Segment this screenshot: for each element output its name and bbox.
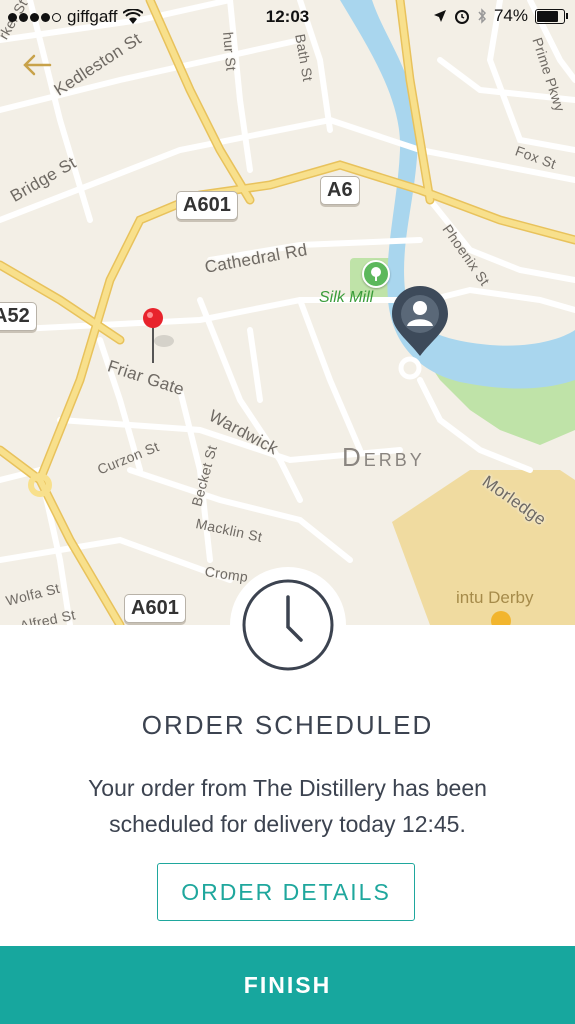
battery-icon: [535, 8, 568, 24]
bluetooth-icon: [478, 8, 486, 24]
status-bar: giffgaff 12:03 74%: [0, 0, 575, 34]
confirmation-message: Your order from The Distillery has been …: [88, 775, 487, 837]
map-view[interactable]: rker St Kedleston St Bridge St Cathedral…: [0, 0, 575, 625]
finish-button[interactable]: FINISH: [0, 946, 575, 1024]
city-label: Derby: [342, 442, 425, 472]
map-base: [0, 0, 575, 625]
road-label: hur St: [220, 31, 240, 72]
road-shield: A52: [0, 302, 37, 331]
dropped-pin-icon[interactable]: [140, 305, 180, 367]
clock-badge: [230, 567, 346, 683]
battery-percent: 74%: [493, 6, 528, 25]
shopping-icon[interactable]: [491, 611, 511, 625]
location-services-icon: [433, 10, 446, 22]
back-arrow-icon[interactable]: [20, 50, 56, 80]
alarm-icon: [454, 10, 469, 24]
poi-label: intu Derby: [456, 588, 534, 607]
park-icon[interactable]: [362, 260, 390, 288]
road-shield: A6: [320, 176, 360, 205]
road-shield: A601: [124, 594, 186, 623]
poi-label: Silk Mill: [319, 289, 374, 306]
page-title: ORDER SCHEDULED: [141, 710, 434, 740]
order-details-button[interactable]: ORDER DETAILS: [157, 863, 415, 921]
courier-location-marker[interactable]: [388, 284, 452, 360]
road-shield: A601: [176, 191, 238, 220]
clock-icon: [242, 579, 334, 671]
